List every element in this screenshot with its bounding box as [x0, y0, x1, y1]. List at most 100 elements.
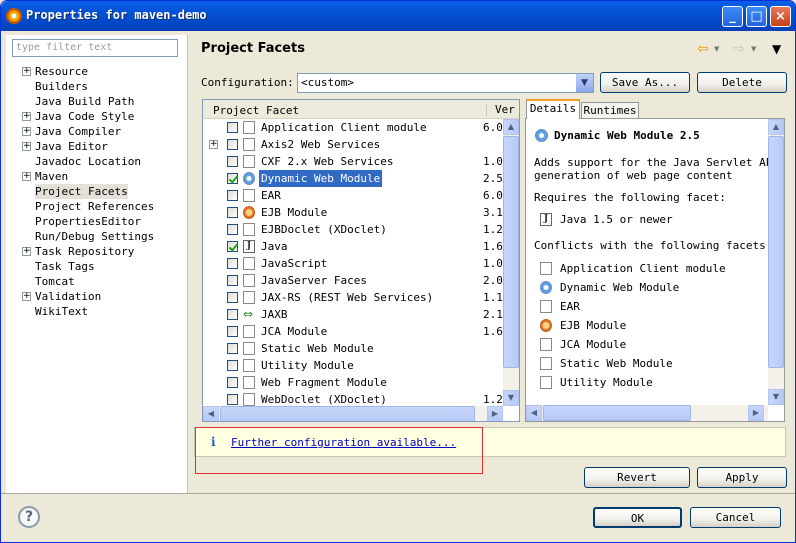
facet-checkbox[interactable]	[227, 122, 238, 133]
facet-checkbox[interactable]	[227, 156, 238, 167]
facet-checkbox[interactable]	[227, 360, 238, 371]
scroll-up-icon[interactable]: ▲	[503, 119, 519, 135]
facet-checkbox[interactable]	[227, 292, 238, 303]
expand-icon[interactable]: +	[22, 247, 31, 256]
help-icon[interactable]: ?	[18, 506, 40, 528]
facet-checkbox[interactable]	[227, 275, 238, 286]
tree-item[interactable]: Task Tags	[35, 259, 95, 274]
facet-row[interactable]: CXF 2.x Web Services 1.0	[203, 153, 503, 170]
facet-row[interactable]: JavaScript 1.0	[203, 255, 503, 272]
facet-checkbox[interactable]	[227, 139, 238, 150]
facet-checkbox[interactable]	[227, 343, 238, 354]
facet-checkbox[interactable]	[227, 309, 238, 320]
facet-row[interactable]: Application Client module 6.0	[203, 119, 503, 136]
tab-details[interactable]: Details	[526, 99, 580, 119]
tree-item[interactable]: + Task Repository	[22, 244, 134, 259]
scroll-left-icon[interactable]: ◀	[526, 405, 542, 421]
tree-item[interactable]: Java Build Path	[35, 94, 134, 109]
facet-horizontal-scrollbar[interactable]: ◀ ▶	[203, 406, 503, 421]
expand-icon[interactable]: +	[22, 112, 31, 121]
tree-item[interactable]: Project Facets	[35, 184, 128, 199]
tree-item[interactable]: Run/Debug Settings	[35, 229, 154, 244]
details-horizontal-scrollbar[interactable]: ◀ ▶	[526, 405, 768, 421]
tree-item[interactable]: + Java Code Style	[22, 109, 134, 124]
facet-checkbox[interactable]	[227, 394, 238, 405]
facet-row[interactable]: EJBDoclet (XDoclet) 1.2.	[203, 221, 510, 238]
expand-icon[interactable]: +	[22, 142, 31, 151]
expand-icon[interactable]: +	[22, 127, 31, 136]
page-area: Project Facets ⇦ ▼ ⇨ ▼ ▼ Configuration: …	[189, 35, 795, 493]
chevron-down-icon[interactable]: ▼	[576, 74, 593, 92]
facet-vertical-scrollbar[interactable]: ▲ ▼	[503, 119, 519, 406]
tab-runtimes[interactable]: Runtimes	[581, 102, 639, 119]
facet-row[interactable]: Static Web Module	[203, 340, 503, 357]
configuration-select[interactable]: <custom> ▼	[297, 73, 594, 93]
scroll-thumb[interactable]	[768, 136, 784, 368]
tree-item[interactable]: Project References	[35, 199, 154, 214]
maximize-button[interactable]: □	[746, 6, 767, 27]
scroll-left-icon[interactable]: ◀	[203, 406, 219, 421]
tree-item[interactable]: PropertiesEditor	[35, 214, 141, 229]
tree-item[interactable]: WikiText	[35, 304, 88, 319]
facet-checkbox[interactable]	[227, 241, 238, 252]
column-header-facet[interactable]: Project Facet	[213, 104, 299, 117]
cancel-button[interactable]: Cancel	[690, 507, 781, 528]
apply-button[interactable]: Apply	[697, 467, 787, 488]
facet-checkbox[interactable]	[227, 258, 238, 269]
tree-item[interactable]: + Maven	[22, 169, 68, 184]
scroll-right-icon[interactable]: ▶	[748, 405, 764, 421]
facet-row[interactable]: ⇔ JAXB 2.1	[203, 306, 503, 323]
facet-checkbox[interactable]	[227, 207, 238, 218]
scroll-thumb[interactable]	[503, 136, 519, 368]
tree-item[interactable]: + Java Editor	[22, 139, 108, 154]
tree-item[interactable]: Tomcat	[35, 274, 75, 289]
tree-item[interactable]: Builders	[35, 79, 88, 94]
facet-checkbox[interactable]	[227, 224, 238, 235]
facet-row[interactable]: JCA Module 1.6	[203, 323, 503, 340]
facet-row[interactable]: + Axis2 Web Services	[203, 136, 503, 153]
facet-row[interactable]: JavaServer Faces 2.0	[203, 272, 503, 289]
expand-icon[interactable]: +	[209, 140, 218, 149]
scroll-up-icon[interactable]: ▲	[768, 119, 784, 135]
scroll-thumb[interactable]	[543, 405, 691, 421]
revert-button[interactable]: Revert	[584, 467, 690, 488]
facet-row[interactable]: Dynamic Web Module 2.5	[203, 170, 503, 187]
save-as-button[interactable]: Save As...	[600, 72, 690, 93]
back-arrow-icon[interactable]: ⇦	[697, 41, 709, 57]
title-bar[interactable]: Properties for maven-demo _ □ ×	[1, 1, 795, 31]
details-vertical-scrollbar[interactable]: ▲ ▼	[768, 119, 784, 405]
tree-item[interactable]: + Resource	[22, 64, 88, 79]
column-header-version[interactable]: Ver	[486, 104, 515, 116]
minimize-button[interactable]: _	[722, 6, 743, 27]
facet-row[interactable]: JAX-RS (REST Web Services) 1.1	[203, 289, 503, 306]
facet-list-item-label: EJB Module	[560, 319, 627, 332]
facet-checkbox[interactable]	[227, 173, 238, 184]
tree-item[interactable]: + Validation	[22, 289, 101, 304]
scroll-down-icon[interactable]: ▼	[503, 390, 519, 406]
close-button[interactable]: ×	[770, 6, 791, 27]
facet-row[interactable]: EJB Module 3.1	[203, 204, 503, 221]
scroll-down-icon[interactable]: ▼	[768, 389, 784, 405]
facet-checkbox[interactable]	[227, 377, 238, 388]
ok-button[interactable]: OK	[593, 507, 682, 528]
expand-icon[interactable]: +	[22, 67, 31, 76]
requires-label: Requires the following facet:	[534, 191, 727, 204]
delete-button[interactable]: Delete	[697, 72, 787, 93]
facet-checkbox[interactable]	[227, 326, 238, 337]
scroll-right-icon[interactable]: ▶	[487, 406, 503, 421]
tree-item[interactable]: Javadoc Location	[35, 154, 141, 169]
tree-item[interactable]: + Java Compiler	[22, 124, 121, 139]
expand-icon[interactable]: +	[22, 292, 31, 301]
view-menu-icon[interactable]: ▼	[772, 42, 781, 56]
facet-row[interactable]: J Java 1.6	[203, 238, 503, 255]
filter-input[interactable]: type filter text	[12, 39, 178, 57]
facet-checkbox[interactable]	[227, 190, 238, 201]
back-dropdown-icon[interactable]: ▼	[714, 45, 719, 53]
expand-icon[interactable]: +	[22, 172, 31, 181]
facet-row[interactable]: Utility Module	[203, 357, 503, 374]
scroll-thumb[interactable]	[220, 406, 475, 421]
facet-row[interactable]: EAR 6.0	[203, 187, 503, 204]
forward-dropdown-icon[interactable]: ▼	[751, 45, 756, 53]
facet-row[interactable]: Web Fragment Module	[203, 374, 503, 391]
forward-arrow-icon[interactable]: ⇨	[733, 41, 745, 57]
